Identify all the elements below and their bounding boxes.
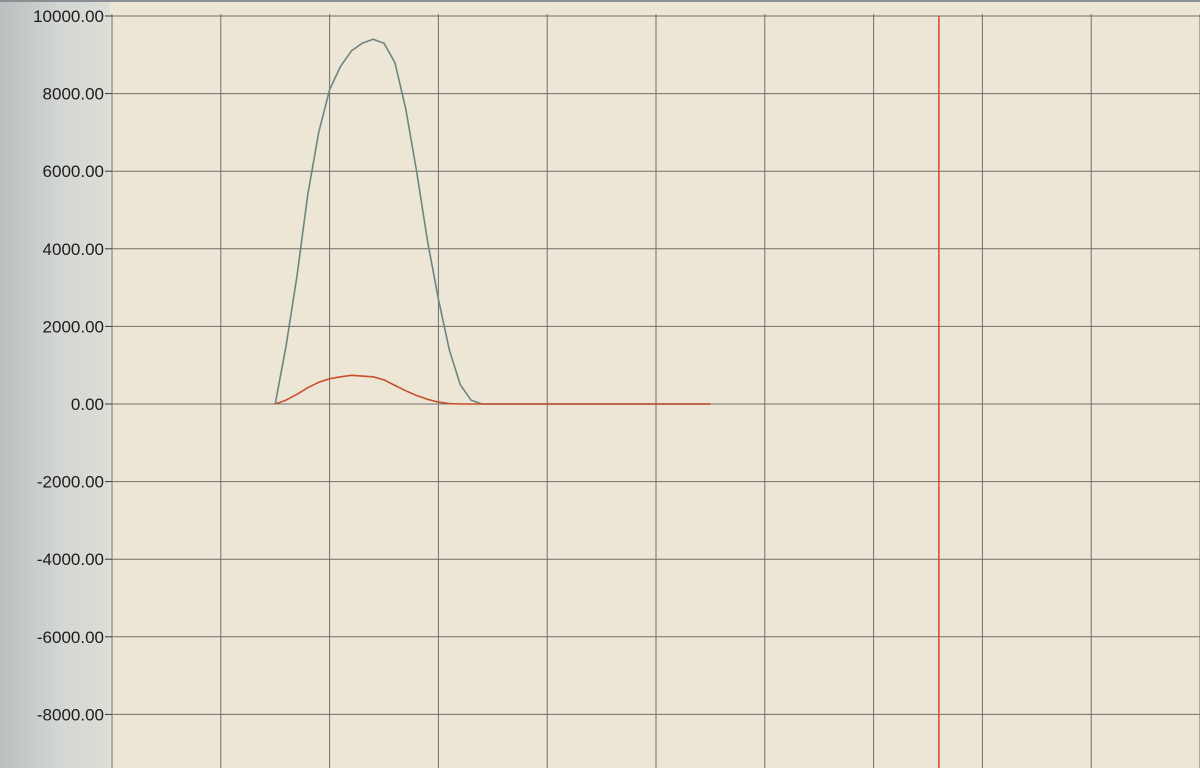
- y-tick-label-5: 0.00: [71, 395, 104, 414]
- y-tick-label-2: 6000.00: [43, 162, 104, 181]
- plot-background: [110, 0, 1200, 768]
- y-tick-label-3: 4000.00: [43, 240, 104, 259]
- y-tick-label-6: -2000.00: [37, 473, 104, 492]
- y-tick-label-4: 2000.00: [43, 317, 104, 336]
- chart-area: 10000.00 8000.00 6000.00 4000.00 2000.00 0.00…: [0, 0, 1200, 768]
- y-axis-ticks: 10000.00 8000.00 6000.00 4000.00 2000.00 0.00…: [33, 7, 112, 724]
- y-tick-label-7: -4000.00: [37, 550, 104, 569]
- y-tick-label-1: 8000.00: [43, 85, 104, 104]
- y-tick-label-8: -6000.00: [37, 628, 104, 647]
- y-tick-label-0: 10000.00: [33, 7, 104, 26]
- chart-svg: 10000.00 8000.00 6000.00 4000.00 2000.00 0.00…: [0, 0, 1200, 768]
- y-tick-label-9: -8000.00: [37, 705, 104, 724]
